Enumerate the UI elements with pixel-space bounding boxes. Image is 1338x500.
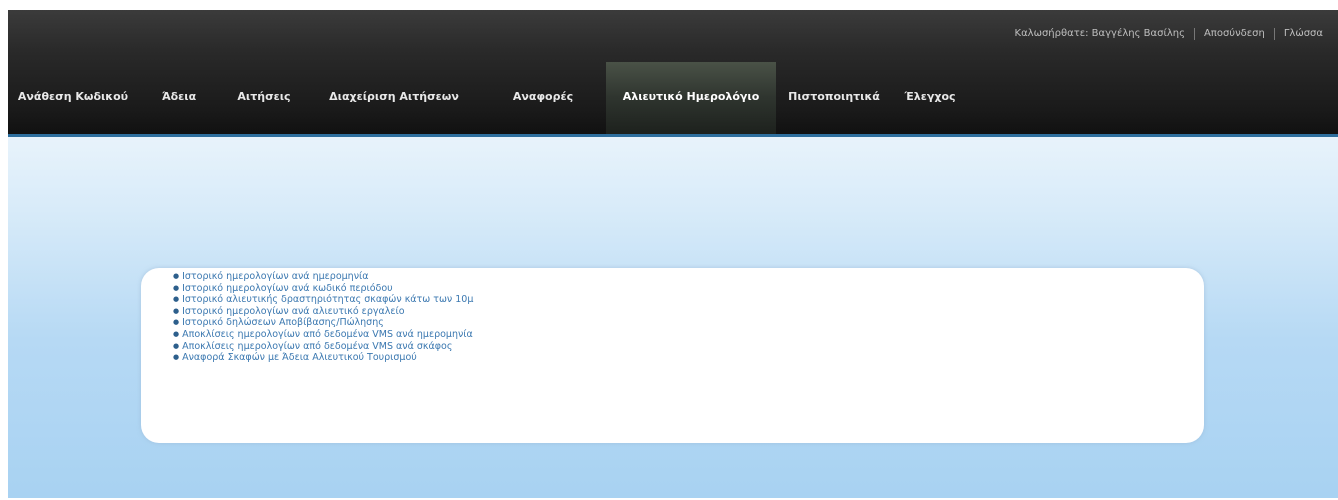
list-item[interactable]: ● Αποκλίσεις ημερολογίων από δεδομένα VMS… — [173, 341, 473, 353]
bullet-icon: ● — [173, 329, 180, 338]
bullet-icon: ● — [173, 272, 180, 280]
report-link[interactable]: Ιστορικό ημερολογίων ανά αλιευτικό εργαλ… — [182, 306, 404, 317]
language-link[interactable]: Γλώσσα — [1275, 27, 1332, 41]
list-item[interactable]: ● Ιστορικό ημερολογίων ανά κωδικό περιόδο… — [173, 283, 473, 295]
top-navigation-bar: Καλωσήρθατε: Βαγγέλης Βασίλης Αποσύνδεση… — [8, 10, 1338, 137]
reports-panel: ● Ιστορικό ημερολογίων ανά ημερομηνία ● Ισ… — [141, 268, 1204, 443]
list-item[interactable]: ● Αποκλίσεις ημερολογίων από δεδομένα VMS… — [173, 329, 473, 341]
bullet-icon: ● — [173, 306, 180, 315]
list-item[interactable]: ● Ιστορικό δηλώσεων Αποβίβασης/Πώλησης — [173, 317, 473, 329]
logbook-reports-list: ● Ιστορικό ημερολογίων ανά ημερομηνία ● Ισ… — [173, 271, 473, 364]
bullet-icon: ● — [173, 283, 180, 292]
list-item[interactable]: ● Ιστορικό ημερολογίων ανά ημερομηνία — [173, 271, 473, 283]
nav-item-application-management[interactable]: Διαχείριση Αιτήσεων — [308, 62, 480, 134]
user-bar: Καλωσήρθατε: Βαγγέλης Βασίλης Αποσύνδεση… — [1006, 26, 1332, 42]
report-link[interactable]: Αποκλίσεις ημερολογίων από δεδομένα VMS … — [182, 341, 452, 352]
nav-item-code-assignment[interactable]: Ανάθεση Κωδικού — [8, 62, 138, 134]
nav-item-applications[interactable]: Αιτήσεις — [220, 62, 308, 134]
welcome-user-link[interactable]: Καλωσήρθατε: Βαγγέλης Βασίλης — [1006, 27, 1194, 41]
list-item[interactable]: ● Ιστορικό ημερολογίων ανά αλιευτικό εργα… — [173, 306, 473, 318]
list-item[interactable]: ● Αναφορά Σκαφών με Άδεια Αλιευτικού Τουρ… — [173, 352, 473, 364]
bullet-icon: ● — [173, 318, 180, 327]
report-link[interactable]: Ιστορικό αλιευτικής δραστηριότητας σκαφώ… — [182, 294, 473, 305]
logout-link[interactable]: Αποσύνδεση — [1195, 27, 1274, 41]
report-link[interactable]: Αναφορά Σκαφών με Άδεια Αλιευτικού Τουρι… — [182, 352, 417, 363]
report-link[interactable]: Ιστορικό ημερολογίων ανά κωδικό περιόδου — [182, 283, 393, 294]
list-item[interactable]: ● Ιστορικό αλιευτικής δραστηριότητας σκαφ… — [173, 294, 473, 306]
nav-item-license[interactable]: Άδεια — [138, 62, 220, 134]
report-link[interactable]: Ιστορικό ημερολογίων ανά ημερομηνία — [182, 271, 368, 282]
report-link[interactable]: Αποκλίσεις ημερολογίων από δεδομένα VMS … — [182, 329, 473, 340]
bullet-icon: ● — [173, 341, 180, 350]
page-frame: Καλωσήρθατε: Βαγγέλης Βασίλης Αποσύνδεση… — [8, 10, 1338, 498]
nav-item-certificates[interactable]: Πιστοποιητικά — [776, 62, 892, 134]
nav-item-reports[interactable]: Αναφορές — [480, 62, 606, 134]
main-menu: Ανάθεση Κωδικού Άδεια Αιτήσεις Διαχείρισ… — [8, 62, 1338, 134]
bullet-icon: ● — [173, 353, 180, 362]
report-link[interactable]: Ιστορικό δηλώσεων Αποβίβασης/Πώλησης — [182, 317, 384, 328]
nav-item-inspection[interactable]: Έλεγχος — [892, 62, 968, 134]
bullet-icon: ● — [173, 295, 180, 304]
nav-item-fishing-logbook[interactable]: Αλιευτικό Ημερολόγιο — [606, 62, 776, 134]
